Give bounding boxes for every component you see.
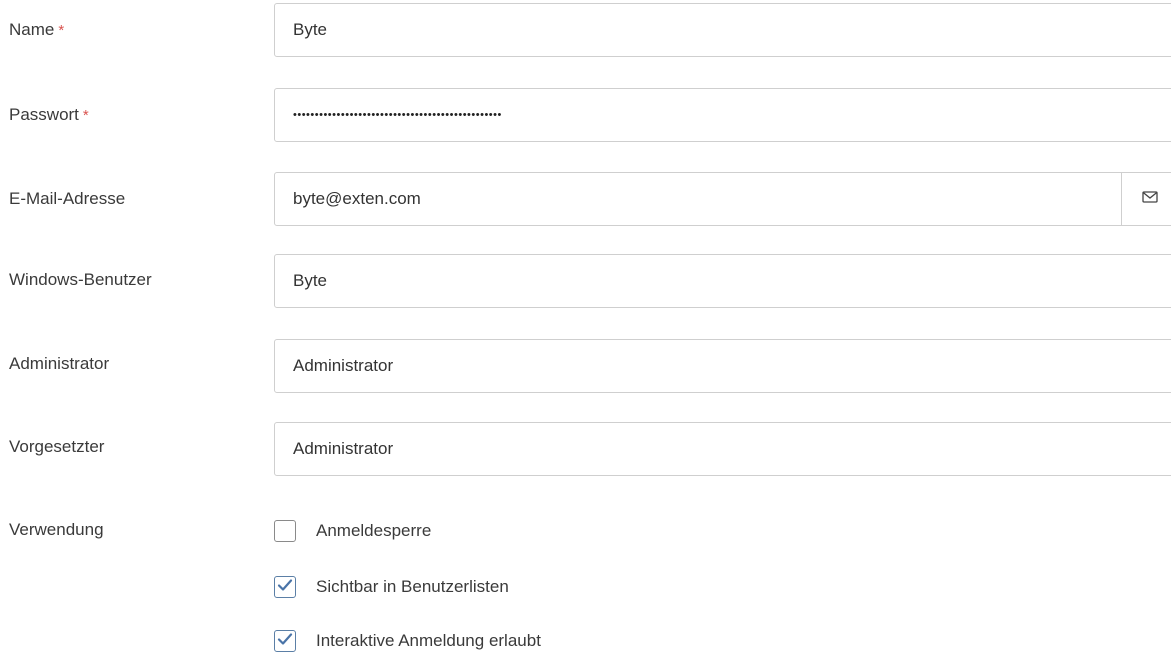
option-interactive-login[interactable]: Interaktive Anmeldung erlaubt (274, 630, 541, 652)
windows-user-label: Windows-Benutzer (9, 270, 152, 290)
user-form: Name * Byte Passwort * •••••••••••••••••••… (0, 0, 1171, 656)
supervisor-label: Vorgesetzter (9, 437, 104, 457)
password-input[interactable]: ••••••••••••••••••••••••••••••••••••••••… (274, 88, 1171, 142)
administrator-input[interactable]: Administrator (274, 339, 1171, 393)
windows-user-label-text: Windows-Benutzer (9, 270, 152, 289)
administrator-label: Administrator (9, 354, 109, 374)
mail-icon (1142, 190, 1158, 208)
supervisor-value: Administrator (293, 439, 394, 458)
required-mark: * (58, 22, 65, 39)
password-label-text: Passwort (9, 105, 79, 124)
checkmark-icon (277, 577, 293, 597)
interactive-login-checkbox[interactable] (274, 630, 296, 652)
name-input[interactable]: Byte (274, 3, 1171, 57)
option-label: Interaktive Anmeldung erlaubt (316, 631, 541, 650)
supervisor-input[interactable]: Administrator (274, 422, 1171, 476)
visible-in-lists-checkbox[interactable] (274, 576, 296, 598)
checkmark-icon (277, 631, 293, 651)
required-mark: * (82, 107, 89, 124)
windows-user-value: Byte (293, 271, 328, 290)
password-value: ••••••••••••••••••••••••••••••••••••••••… (293, 109, 502, 121)
option-visible-in-user-lists[interactable]: Sichtbar in Benutzerlisten (274, 576, 509, 598)
email-label-text: E-Mail-Adresse (9, 189, 126, 208)
email-input-group: byte@exten.com (274, 172, 1171, 226)
supervisor-label-text: Vorgesetzter (9, 437, 105, 456)
name-value: Byte (293, 20, 328, 39)
option-login-lock[interactable]: Anmeldesperre (274, 520, 431, 542)
email-label: E-Mail-Adresse (9, 189, 125, 209)
administrator-value: Administrator (293, 356, 394, 375)
usage-label: Verwendung (9, 520, 104, 540)
send-mail-button[interactable] (1121, 173, 1171, 225)
windows-user-input[interactable]: Byte (274, 254, 1171, 308)
usage-label-text: Verwendung (9, 520, 104, 539)
email-input[interactable]: byte@exten.com (275, 173, 1121, 225)
name-label: Name * (9, 20, 64, 41)
option-label: Sichtbar in Benutzerlisten (316, 577, 509, 596)
option-label: Anmeldesperre (316, 521, 432, 540)
email-value: byte@exten.com (293, 189, 421, 208)
login-lock-checkbox[interactable] (274, 520, 296, 542)
password-label: Passwort * (9, 105, 89, 126)
name-label-text: Name (9, 20, 55, 39)
administrator-label-text: Administrator (9, 354, 110, 373)
